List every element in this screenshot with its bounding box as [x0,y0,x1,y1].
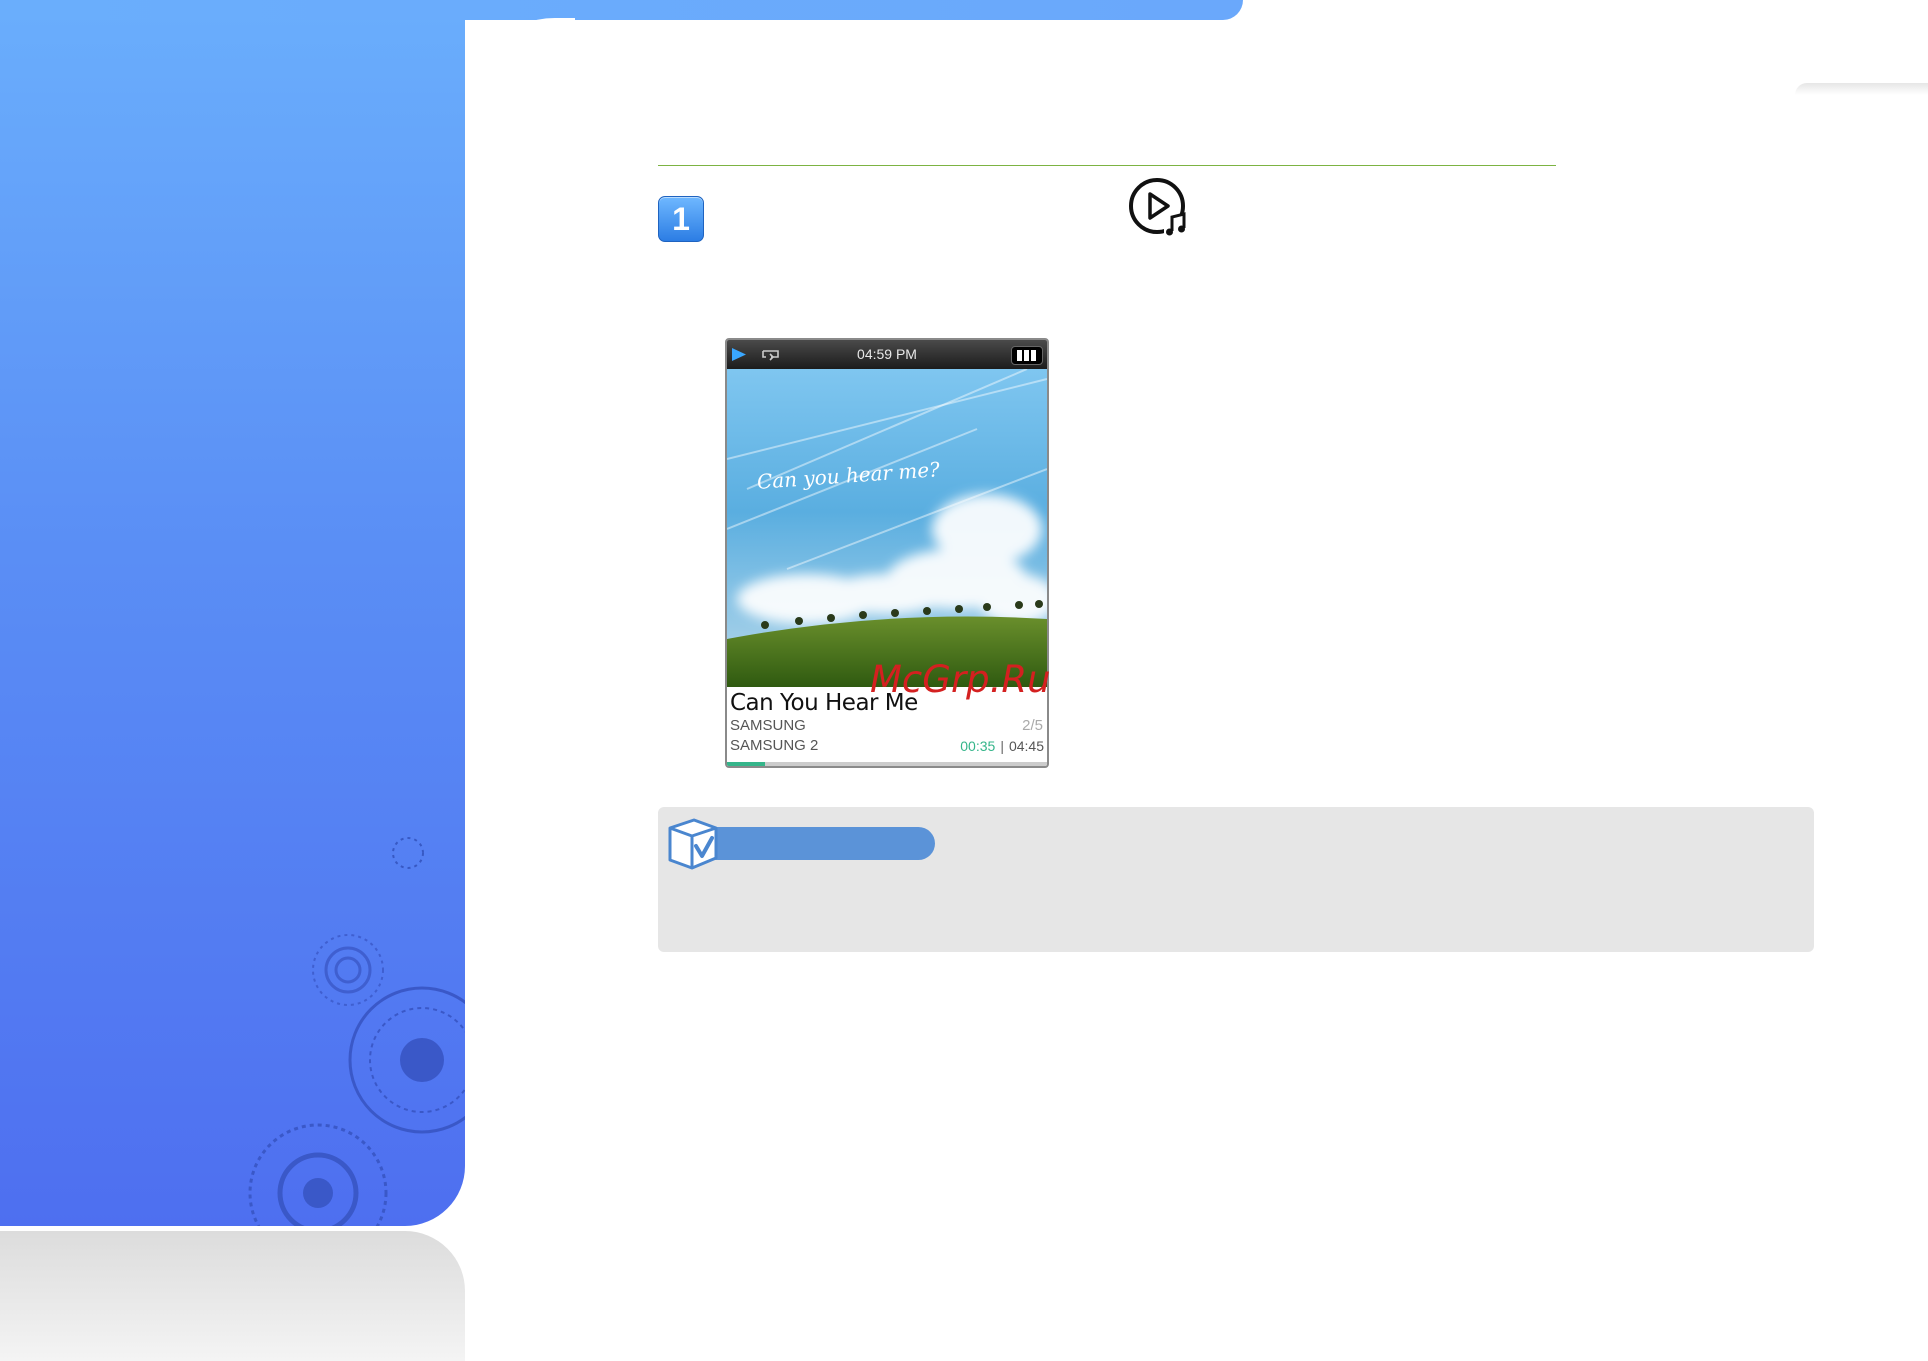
checkbox-cube-icon [668,818,718,870]
sidebar-panel [0,0,465,1226]
music-play-icon [1129,178,1188,237]
album-artwork: Can you hear me? [727,369,1047,687]
page-tab [1795,83,1928,95]
status-bar: 04:59 PM [727,340,1047,369]
battery-icon [1011,346,1043,365]
status-time: 04:59 PM [857,346,917,362]
artist-name: SAMSUNG [730,717,806,734]
section-divider [658,165,1556,166]
track-count: 2/5 [1022,717,1043,734]
footer-band [0,1231,465,1361]
progress-bar [727,762,1047,766]
progress-fill [727,762,766,766]
watermark-text: McGrp.Ru [870,658,1051,701]
elapsed-time: 00:35 [960,738,996,754]
player-screen: 04:59 PM Can you hear me? Can You Hear M… [725,338,1049,768]
note-header-bar [700,827,935,860]
sidebar-decoration [248,837,465,1226]
time-separator: | [1000,738,1004,754]
album-name: SAMSUNG 2 [730,737,819,754]
time-display: 00:35 | 04:45 [960,738,1044,754]
header-band [0,0,1243,20]
total-time: 04:45 [1008,738,1044,754]
step-number-badge: 1 [658,196,704,242]
content-corner [465,18,575,128]
